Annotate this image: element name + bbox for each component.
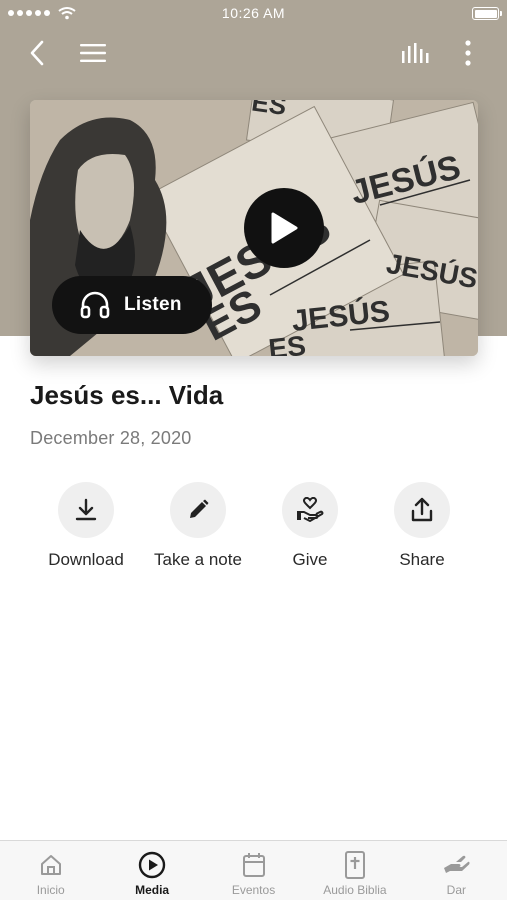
- media-title: Jesús es... Vida: [30, 380, 224, 410]
- hand-icon: [444, 855, 470, 873]
- tab-audio-biblia[interactable]: Audio Biblia: [304, 841, 405, 900]
- download-icon: [75, 498, 97, 521]
- tab-eventos[interactable]: Eventos: [203, 841, 304, 900]
- status-bar: 10:26 AM: [0, 0, 507, 28]
- bible-icon: [344, 851, 365, 879]
- svg-text:ES: ES: [267, 330, 307, 356]
- hamburger-icon: [80, 44, 106, 62]
- share-label: Share: [399, 550, 445, 569]
- pencil-icon: [190, 499, 209, 518]
- share-button[interactable]: Share: [366, 482, 478, 570]
- play-button[interactable]: [244, 188, 324, 268]
- download-button[interactable]: Download: [30, 482, 142, 570]
- tab-inicio[interactable]: Inicio: [0, 841, 101, 900]
- download-label: Download: [48, 550, 124, 569]
- play-circle-icon: [138, 851, 166, 879]
- media-date: December 28, 2020: [30, 428, 192, 448]
- tab-media[interactable]: Media: [101, 841, 202, 900]
- take-a-note-label: Take a note: [154, 550, 242, 569]
- give-hand-heart-icon: [297, 497, 324, 522]
- equalizer-icon: [402, 43, 429, 63]
- play-icon: [271, 212, 298, 244]
- media-artwork: JESÚS ES JESÚS JESÚS JESÚS ES ES Listen: [30, 100, 478, 356]
- tab-label-media: Media: [135, 883, 170, 897]
- battery-icon: [472, 7, 502, 20]
- listen-label: Listen: [124, 294, 182, 315]
- chevron-left-icon: [30, 40, 44, 66]
- status-time: 10:26 AM: [221, 5, 286, 21]
- tab-dar[interactable]: Dar: [406, 841, 507, 900]
- tab-bar: Inicio Media Eventos Audio Biblia Dar: [0, 840, 507, 900]
- more-vertical-icon: [465, 40, 471, 66]
- audio-player-button[interactable]: [398, 36, 432, 70]
- tab-label-eventos: Eventos: [231, 883, 276, 897]
- nav-bar: [0, 30, 507, 76]
- give-button[interactable]: Give: [254, 482, 366, 570]
- take-a-note-button[interactable]: Take a note: [142, 482, 254, 570]
- headphones-icon: [80, 291, 110, 319]
- more-options-button[interactable]: [451, 36, 485, 70]
- listen-button[interactable]: Listen: [52, 276, 212, 334]
- tab-label-inicio: Inicio: [36, 883, 65, 897]
- give-label: Give: [292, 550, 328, 569]
- tab-label-audio-biblia: Audio Biblia: [323, 883, 387, 897]
- home-icon: [40, 855, 61, 875]
- share-icon: [411, 497, 433, 522]
- tab-label-dar: Dar: [446, 883, 466, 897]
- back-button[interactable]: [20, 36, 54, 70]
- calendar-icon: [242, 853, 265, 877]
- menu-button[interactable]: [76, 36, 110, 70]
